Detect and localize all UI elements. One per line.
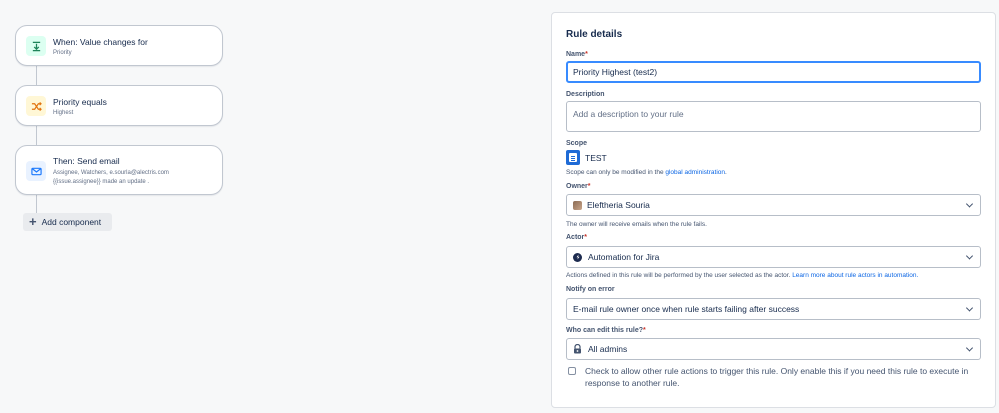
condition-title: Priority equals bbox=[53, 97, 107, 107]
trigger-subtitle: Priority bbox=[53, 50, 72, 56]
global-admin-link[interactable]: global administration bbox=[665, 169, 725, 176]
name-input[interactable]: Priority Highest (test2) bbox=[566, 61, 981, 83]
automation-avatar bbox=[573, 252, 582, 262]
chevron-down-icon bbox=[965, 252, 974, 260]
notify-select[interactable]: E-mail rule owner once when rule starts … bbox=[566, 298, 981, 320]
description-label: Description bbox=[566, 91, 605, 98]
rule-details-panel: Rule details Name* Priority Highest (tes… bbox=[551, 12, 996, 408]
allow-trigger-text: Check to allow other rule actions to tri… bbox=[585, 366, 969, 388]
name-value: Priority Highest (test2) bbox=[573, 67, 658, 77]
owner-help: The owner will receive emails when the r… bbox=[566, 221, 707, 228]
notify-value: E-mail rule owner once when rule starts … bbox=[573, 304, 800, 314]
value-change-icon bbox=[26, 36, 46, 56]
actor-help: Actions defined in this rule will be per… bbox=[566, 272, 919, 279]
panel-title: Rule details bbox=[566, 29, 623, 40]
chevron-down-icon bbox=[965, 304, 974, 312]
owner-select[interactable]: Eleftheria Souria bbox=[566, 194, 981, 216]
email-icon bbox=[26, 161, 46, 181]
condition-subtitle: Highest bbox=[53, 110, 74, 116]
notify-label: Notify on error bbox=[566, 286, 615, 293]
action-subtitle-line2: {{issue.assignee}} made an update . bbox=[53, 179, 150, 185]
chevron-down-icon bbox=[965, 344, 974, 352]
editors-label: Who can edit this rule?* bbox=[566, 327, 646, 334]
trigger-card[interactable]: When: Value changes for Priority bbox=[15, 25, 223, 66]
shuffle-icon bbox=[26, 96, 46, 116]
condition-card[interactable]: Priority equals Highest bbox=[15, 85, 223, 126]
add-component-label: Add component bbox=[41, 217, 102, 227]
action-title: Then: Send email bbox=[53, 156, 120, 166]
flow-connector bbox=[36, 65, 37, 85]
plus-icon: + bbox=[29, 214, 37, 229]
scope-text: TEST bbox=[585, 152, 607, 163]
chevron-down-icon bbox=[965, 200, 974, 208]
actor-select[interactable]: Automation for Jira bbox=[566, 246, 981, 268]
action-card[interactable]: Then: Send email Assignee, Watchers, e.s… bbox=[15, 145, 223, 195]
allow-trigger-row: Check to allow other rule actions to tri… bbox=[568, 365, 978, 389]
scope-label: Scope bbox=[566, 140, 588, 147]
owner-avatar bbox=[573, 200, 582, 210]
flow-connector bbox=[36, 125, 37, 145]
description-placeholder: Add a description to your rule bbox=[573, 109, 684, 119]
lock-icon bbox=[573, 344, 582, 354]
rule-actors-link[interactable]: Learn more about rule actors in automati… bbox=[792, 272, 918, 279]
add-component-button[interactable]: + Add component bbox=[23, 213, 112, 231]
editors-value: All admins bbox=[588, 344, 628, 354]
owner-value: Eleftheria Souria bbox=[587, 200, 650, 210]
allow-trigger-checkbox[interactable] bbox=[568, 367, 576, 375]
description-input[interactable]: Add a description to your rule bbox=[566, 101, 981, 132]
flow-connector bbox=[36, 195, 37, 213]
project-icon bbox=[566, 150, 580, 165]
name-label: Name* bbox=[566, 51, 588, 58]
scope-help: Scope can only be modified in the global… bbox=[566, 169, 727, 176]
editors-select[interactable]: All admins bbox=[566, 338, 981, 360]
actor-value: Automation for Jira bbox=[588, 252, 660, 262]
scope-value: TEST bbox=[566, 150, 607, 165]
actor-label: Actor* bbox=[566, 234, 588, 241]
owner-label: Owner* bbox=[566, 183, 591, 190]
action-subtitle-line1: Assignee, Watchers, e.sourla@alectris.co… bbox=[53, 170, 169, 176]
trigger-title: When: Value changes for bbox=[53, 37, 148, 47]
